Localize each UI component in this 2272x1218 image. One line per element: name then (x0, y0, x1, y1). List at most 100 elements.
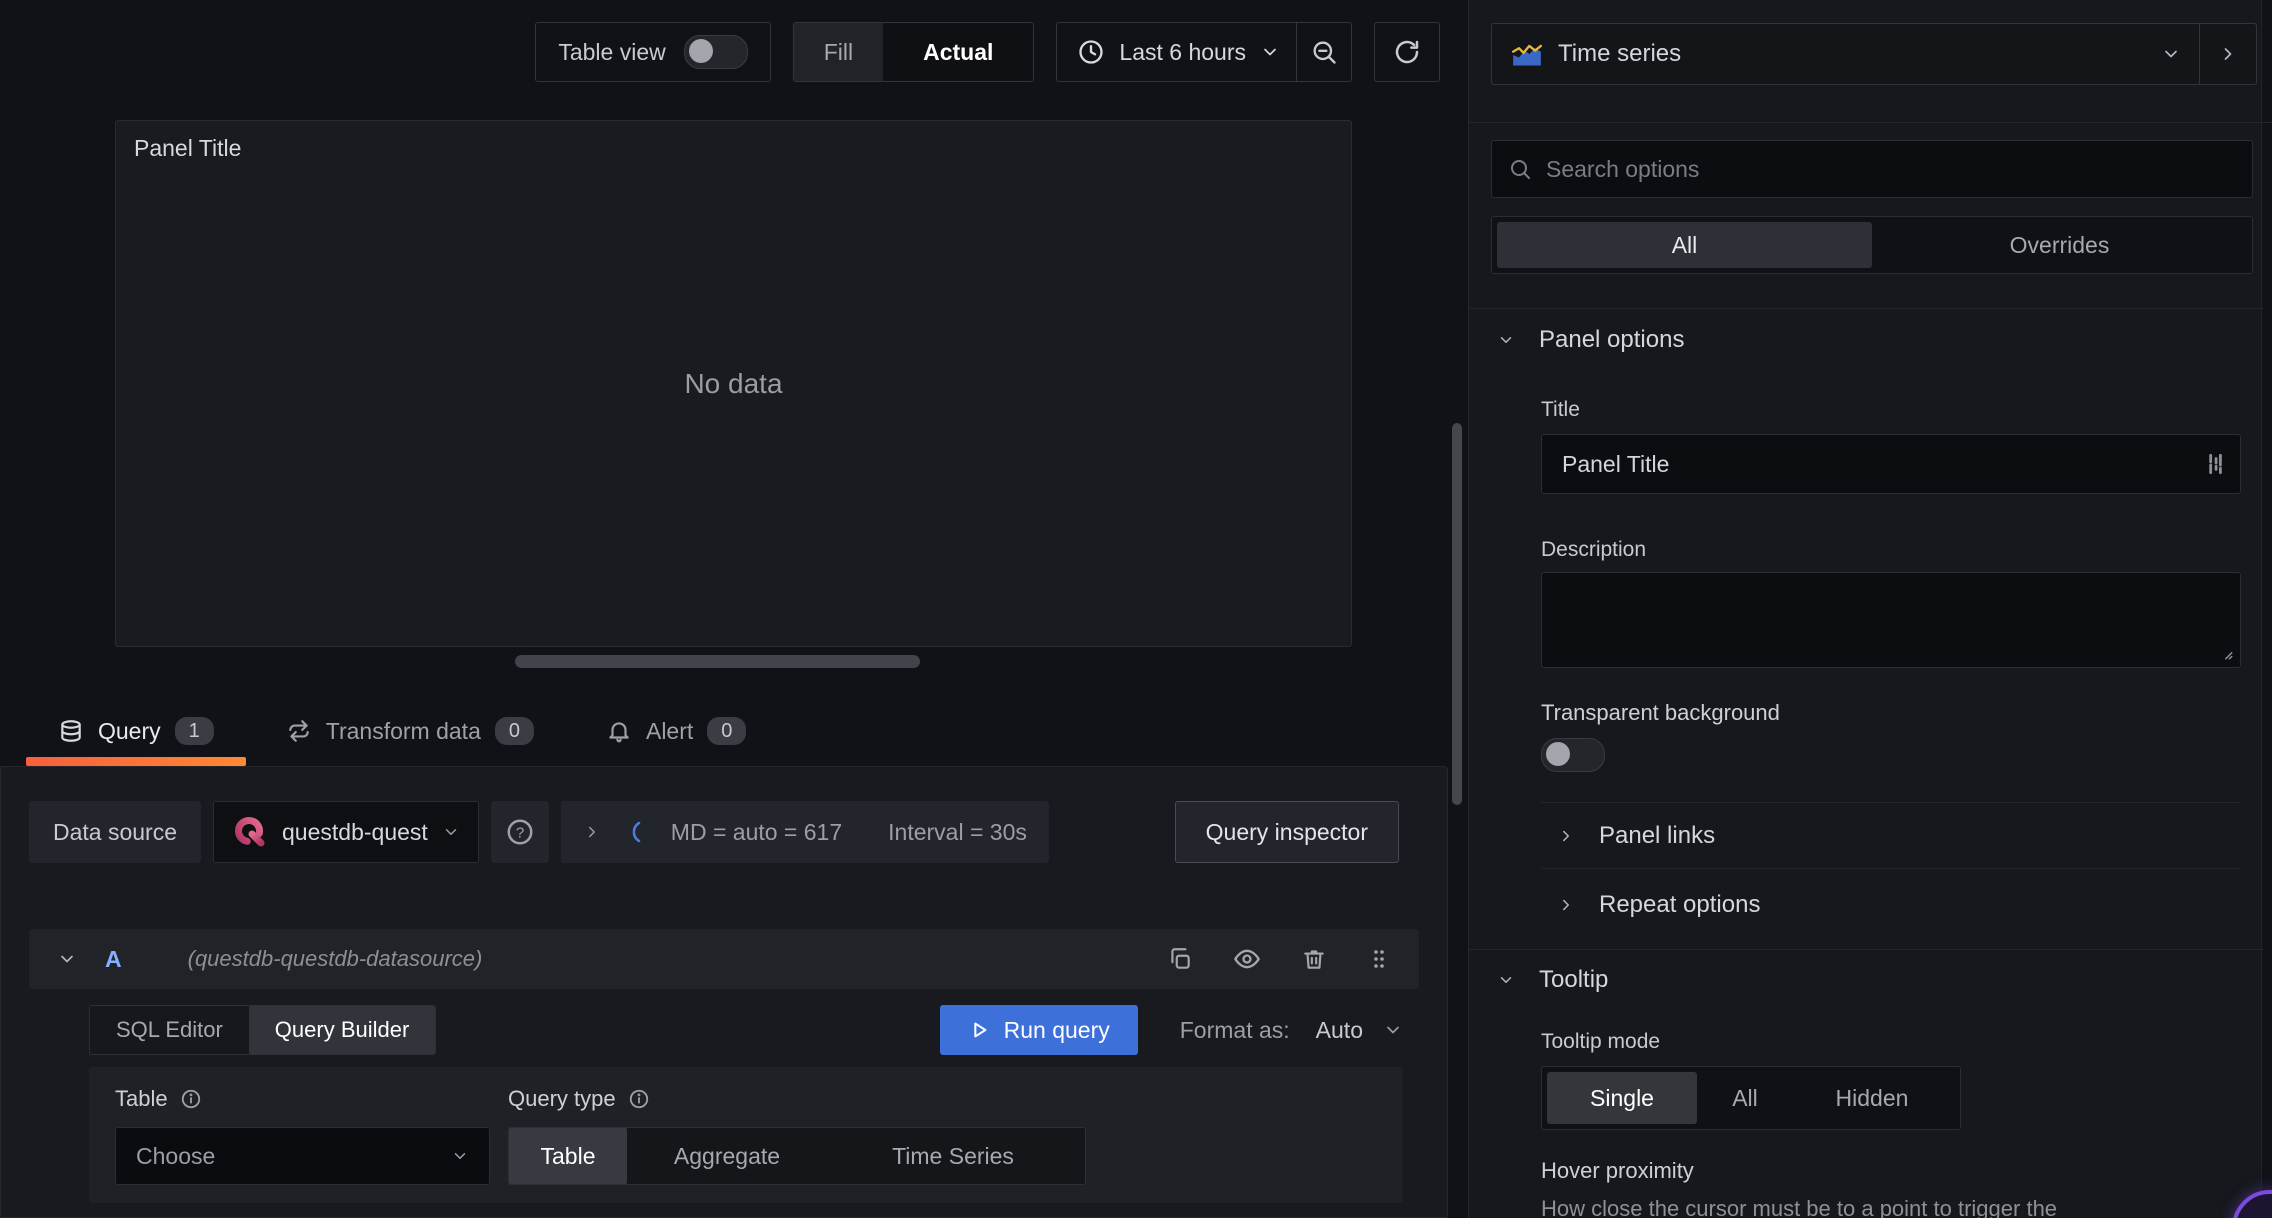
panel-resize-handle[interactable] (515, 655, 920, 668)
query-type-aggregate[interactable]: Aggregate (627, 1128, 827, 1184)
tooltip-section-header[interactable]: Tooltip (1497, 966, 1608, 994)
transparent-background-label: Transparent background (1541, 700, 1780, 725)
time-range-label: Last 6 hours (1119, 38, 1246, 65)
tab-query-count: 1 (174, 717, 214, 745)
chevron-down-icon[interactable] (1383, 1020, 1403, 1040)
loading-arc-icon (629, 819, 641, 845)
datasource-label: Data source (29, 801, 202, 863)
panel-links-section[interactable]: Panel links (1541, 802, 2241, 868)
query-type-table[interactable]: Table (509, 1128, 627, 1184)
format-as-label: Format as: (1179, 1016, 1290, 1043)
tab-transform-label: Transform data (325, 717, 481, 744)
collapse-chevron-icon[interactable] (57, 949, 77, 969)
grafana-panel-editor: Table view Fill Actual Last 6 hours Pane… (0, 0, 2272, 1218)
tooltip-heading: Tooltip (1539, 966, 1609, 993)
datasource-picker[interactable]: questdb-quest (213, 801, 479, 863)
panel-title-input-wrap (1541, 434, 2241, 494)
suggestions-icon[interactable] (2204, 451, 2226, 477)
query-options-summary[interactable]: MD = auto = 617 Interval = 30s (560, 801, 1049, 863)
repeat-options-label: Repeat options (1599, 890, 1761, 918)
switch-knob (688, 39, 713, 63)
filter-overrides-option[interactable]: Overrides (1872, 222, 2247, 268)
query-row-actions (1167, 945, 1391, 973)
options-filter-group: All Overrides (1491, 216, 2253, 274)
builder-labels-row: Table Query type (115, 1085, 1377, 1113)
refresh-button[interactable] (1374, 22, 1440, 82)
editor-tabs: Query 1 Transform data 0 Alert 0 (26, 702, 778, 766)
query-type-field-label: Query type (508, 1086, 650, 1112)
sql-editor-option[interactable]: SQL Editor (90, 1006, 249, 1054)
tab-query[interactable]: Query 1 (26, 702, 246, 766)
description-textarea[interactable] (1542, 573, 2240, 667)
table-select-value: Choose (136, 1142, 216, 1169)
tab-transform-count: 0 (494, 717, 534, 745)
editor-toolbar: Table view Fill Actual Last 6 hours (0, 22, 1440, 82)
resize-corner-icon[interactable] (2216, 643, 2234, 661)
datasource-help-button[interactable]: ? (490, 801, 549, 863)
repeat-options-section[interactable]: Repeat options (1541, 868, 2241, 940)
zoom-out-time-button[interactable] (1297, 23, 1351, 81)
tab-alert[interactable]: Alert 0 (574, 702, 778, 760)
table-select[interactable]: Choose (115, 1127, 490, 1185)
visualization-picker[interactable]: Time series (1491, 23, 2257, 85)
run-query-button[interactable]: Run query (939, 1005, 1138, 1055)
panel-options-pane: Time series All Overrides (1468, 0, 2272, 1218)
time-range-picker[interactable]: Last 6 hours (1056, 22, 1352, 82)
search-options-input[interactable] (1544, 154, 2236, 184)
chevron-down-icon (2161, 44, 2181, 64)
no-data-message: No data (684, 367, 783, 399)
query-editor-pane: Data source questdb-quest ? MD = auto = … (0, 766, 1448, 1218)
chevron-down-icon (1260, 42, 1280, 62)
vertical-scrollbar[interactable] (1452, 423, 1462, 805)
delete-query-icon[interactable] (1301, 946, 1327, 972)
panel-options-section-header[interactable]: Panel options (1497, 326, 1684, 354)
datasource-name: questdb-quest (282, 818, 428, 845)
panel-title-input[interactable] (1542, 450, 2204, 478)
panel-options-heading: Panel options (1539, 326, 1685, 353)
query-type-time-series[interactable]: Time Series (827, 1128, 1079, 1184)
hide-response-eye-icon[interactable] (1233, 945, 1261, 973)
table-view-label: Table view (558, 38, 666, 65)
table-label-text: Table (115, 1086, 168, 1111)
tooltip-mode-label: Tooltip mode (1541, 1030, 1661, 1053)
tooltip-mode-hidden[interactable]: Hidden (1793, 1072, 1951, 1124)
divider (1469, 122, 2272, 123)
table-view-switch[interactable] (683, 35, 748, 69)
questdb-logo-icon (232, 814, 268, 850)
filter-all-option[interactable]: All (1497, 222, 1872, 268)
tab-query-label: Query (98, 717, 161, 744)
tooltip-mode-all[interactable]: All (1697, 1072, 1793, 1124)
hover-proximity-label: Hover proximity (1541, 1158, 1694, 1183)
fill-option[interactable]: Fill (793, 23, 884, 81)
transform-icon (286, 718, 312, 744)
clock-icon (1077, 38, 1105, 66)
tab-transform-data[interactable]: Transform data 0 (254, 702, 566, 760)
toggle-viz-picker-button[interactable] (2199, 24, 2256, 84)
interval-summary: Interval = 30s (888, 818, 1027, 845)
tooltip-mode-single[interactable]: Single (1547, 1072, 1697, 1124)
tooltip-mode-group: Single All Hidden (1541, 1066, 1961, 1130)
editor-mode-row: SQL Editor Query Builder Run query Forma… (89, 1005, 1403, 1055)
query-type-group: Table Aggregate Time Series (508, 1127, 1086, 1185)
query-row-header[interactable]: A (questdb-questdb-datasource) (29, 929, 1419, 989)
query-builder-option[interactable]: Query Builder (248, 1006, 436, 1054)
transparent-background-switch[interactable] (1541, 738, 1605, 772)
actual-option[interactable]: Actual (883, 23, 1034, 81)
divider (1469, 308, 2263, 309)
editor-mode-group: SQL Editor Query Builder (89, 1005, 437, 1055)
description-field-label: Description (1541, 538, 1647, 561)
options-scrollbar-gutter[interactable] (2261, 0, 2272, 1218)
max-data-points-summary: MD = auto = 617 (670, 818, 843, 845)
format-as-value[interactable]: Auto (1316, 1017, 1363, 1044)
refresh-icon (1392, 37, 1422, 67)
query-type-label-text: Query type (508, 1086, 616, 1111)
time-series-viz-icon (1512, 41, 1542, 67)
drag-handle-icon[interactable] (1367, 946, 1391, 972)
info-circle-icon (180, 1088, 202, 1110)
chevron-down-icon (442, 823, 460, 841)
duplicate-query-icon[interactable] (1167, 946, 1193, 972)
description-textarea-wrap (1541, 572, 2241, 668)
query-inspector-button[interactable]: Query inspector (1174, 801, 1399, 863)
chevron-right-icon (1557, 827, 1575, 845)
